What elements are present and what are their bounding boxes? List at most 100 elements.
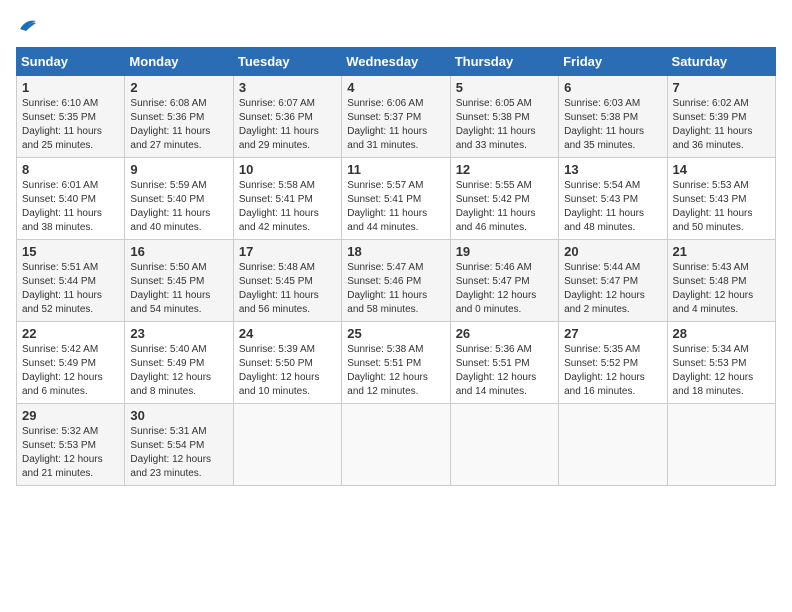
- calendar-cell: 28 Sunrise: 5:34 AM Sunset: 5:53 PM Dayli…: [667, 322, 775, 404]
- calendar-cell: 6 Sunrise: 6:03 AM Sunset: 5:38 PM Daylig…: [559, 76, 667, 158]
- calendar-cell: 27 Sunrise: 5:35 AM Sunset: 5:52 PM Dayli…: [559, 322, 667, 404]
- day-info: Sunrise: 6:02 AM Sunset: 5:39 PM Dayligh…: [673, 97, 770, 153]
- day-info: Sunrise: 5:34 AM Sunset: 5:53 PM Dayligh…: [673, 343, 770, 399]
- calendar-cell: 5 Sunrise: 6:05 AM Sunset: 5:38 PM Daylig…: [450, 76, 558, 158]
- calendar-cell: 19 Sunrise: 5:46 AM Sunset: 5:47 PM Dayli…: [450, 240, 558, 322]
- calendar-cell: 24 Sunrise: 5:39 AM Sunset: 5:50 PM Dayli…: [233, 322, 341, 404]
- day-info: Sunrise: 5:39 AM Sunset: 5:50 PM Dayligh…: [239, 343, 336, 399]
- day-of-week-header: Thursday: [450, 48, 558, 76]
- day-number: 17: [239, 244, 336, 259]
- day-info: Sunrise: 5:32 AM Sunset: 5:53 PM Dayligh…: [22, 425, 119, 481]
- calendar-cell: 25 Sunrise: 5:38 AM Sunset: 5:51 PM Dayli…: [342, 322, 450, 404]
- day-number: 8: [22, 162, 119, 177]
- calendar-cell: 20 Sunrise: 5:44 AM Sunset: 5:47 PM Dayli…: [559, 240, 667, 322]
- day-info: Sunrise: 5:46 AM Sunset: 5:47 PM Dayligh…: [456, 261, 553, 317]
- day-info: Sunrise: 6:06 AM Sunset: 5:37 PM Dayligh…: [347, 97, 444, 153]
- day-info: Sunrise: 6:03 AM Sunset: 5:38 PM Dayligh…: [564, 97, 661, 153]
- day-of-week-header: Monday: [125, 48, 233, 76]
- calendar-cell: 22 Sunrise: 5:42 AM Sunset: 5:49 PM Dayli…: [17, 322, 125, 404]
- calendar-cell: 10 Sunrise: 5:58 AM Sunset: 5:41 PM Dayli…: [233, 158, 341, 240]
- day-number: 25: [347, 326, 444, 341]
- day-number: 27: [564, 326, 661, 341]
- calendar-cell: 8 Sunrise: 6:01 AM Sunset: 5:40 PM Daylig…: [17, 158, 125, 240]
- calendar-cell: 13Sunrise: 5:54 AM Sunset: 5:43 PM Dayli…: [559, 158, 667, 240]
- logo-bird-icon: [18, 20, 38, 37]
- day-number: 29: [22, 408, 119, 423]
- calendar-cell: 12 Sunrise: 5:55 AM Sunset: 5:42 PM Dayli…: [450, 158, 558, 240]
- calendar-cell: 30 Sunrise: 5:31 AM Sunset: 5:54 PM Dayli…: [125, 404, 233, 486]
- calendar-cell: 15 Sunrise: 5:51 AM Sunset: 5:44 PM Dayli…: [17, 240, 125, 322]
- day-info: Sunrise: 5:44 AM Sunset: 5:47 PM Dayligh…: [564, 261, 661, 317]
- calendar-cell: 26Sunrise: 5:36 AM Sunset: 5:51 PM Dayli…: [450, 322, 558, 404]
- calendar-cell: 9Sunrise: 5:59 AM Sunset: 5:40 PM Daylig…: [125, 158, 233, 240]
- calendar-header-row: SundayMondayTuesdayWednesdayThursdayFrid…: [17, 48, 776, 76]
- day-info: Sunrise: 5:40 AM Sunset: 5:49 PM Dayligh…: [130, 343, 227, 399]
- day-number: 28: [673, 326, 770, 341]
- calendar-cell: 14 Sunrise: 5:53 AM Sunset: 5:43 PM Dayli…: [667, 158, 775, 240]
- calendar-table: SundayMondayTuesdayWednesdayThursdayFrid…: [16, 47, 776, 486]
- day-info: Sunrise: 5:48 AM Sunset: 5:45 PM Dayligh…: [239, 261, 336, 317]
- day-number: 30: [130, 408, 227, 423]
- calendar-cell: 18Sunrise: 5:47 AM Sunset: 5:46 PM Dayli…: [342, 240, 450, 322]
- day-number: 20: [564, 244, 661, 259]
- day-info: Sunrise: 5:36 AM Sunset: 5:51 PM Dayligh…: [456, 343, 553, 399]
- day-info: Sunrise: 6:05 AM Sunset: 5:38 PM Dayligh…: [456, 97, 553, 153]
- calendar-cell: 29 Sunrise: 5:32 AM Sunset: 5:53 PM Dayli…: [17, 404, 125, 486]
- day-number: 13: [564, 162, 661, 177]
- calendar-cell: 16 Sunrise: 5:50 AM Sunset: 5:45 PM Dayli…: [125, 240, 233, 322]
- day-info: Sunrise: 5:43 AM Sunset: 5:48 PM Dayligh…: [673, 261, 770, 317]
- calendar-cell: 2Sunrise: 6:08 AM Sunset: 5:36 PM Daylig…: [125, 76, 233, 158]
- day-info: Sunrise: 5:51 AM Sunset: 5:44 PM Dayligh…: [22, 261, 119, 317]
- calendar-cell: [559, 404, 667, 486]
- calendar-week-row: 22 Sunrise: 5:42 AM Sunset: 5:49 PM Dayli…: [17, 322, 776, 404]
- calendar-week-row: 29 Sunrise: 5:32 AM Sunset: 5:53 PM Dayli…: [17, 404, 776, 486]
- day-info: Sunrise: 6:01 AM Sunset: 5:40 PM Dayligh…: [22, 179, 119, 235]
- day-info: Sunrise: 5:59 AM Sunset: 5:40 PM Dayligh…: [130, 179, 227, 235]
- calendar-cell: [450, 404, 558, 486]
- day-info: Sunrise: 5:35 AM Sunset: 5:52 PM Dayligh…: [564, 343, 661, 399]
- calendar-cell: 4Sunrise: 6:06 AM Sunset: 5:37 PM Daylig…: [342, 76, 450, 158]
- day-number: 11: [347, 162, 444, 177]
- day-of-week-header: Wednesday: [342, 48, 450, 76]
- day-number: 16: [130, 244, 227, 259]
- day-number: 24: [239, 326, 336, 341]
- day-info: Sunrise: 5:55 AM Sunset: 5:42 PM Dayligh…: [456, 179, 553, 235]
- day-of-week-header: Saturday: [667, 48, 775, 76]
- day-info: Sunrise: 5:57 AM Sunset: 5:41 PM Dayligh…: [347, 179, 444, 235]
- day-info: Sunrise: 6:08 AM Sunset: 5:36 PM Dayligh…: [130, 97, 227, 153]
- day-number: 21: [673, 244, 770, 259]
- calendar-cell: 3Sunrise: 6:07 AM Sunset: 5:36 PM Daylig…: [233, 76, 341, 158]
- calendar-cell: 11 Sunrise: 5:57 AM Sunset: 5:41 PM Dayli…: [342, 158, 450, 240]
- calendar-cell: [233, 404, 341, 486]
- day-number: 10: [239, 162, 336, 177]
- day-number: 6: [564, 80, 661, 95]
- day-info: Sunrise: 6:07 AM Sunset: 5:36 PM Dayligh…: [239, 97, 336, 153]
- day-info: Sunrise: 5:53 AM Sunset: 5:43 PM Dayligh…: [673, 179, 770, 235]
- day-info: Sunrise: 5:58 AM Sunset: 5:41 PM Dayligh…: [239, 179, 336, 235]
- calendar-cell: 23 Sunrise: 5:40 AM Sunset: 5:49 PM Dayli…: [125, 322, 233, 404]
- day-number: 22: [22, 326, 119, 341]
- calendar-cell: 17 Sunrise: 5:48 AM Sunset: 5:45 PM Dayli…: [233, 240, 341, 322]
- day-info: Sunrise: 5:38 AM Sunset: 5:51 PM Dayligh…: [347, 343, 444, 399]
- day-number: 12: [456, 162, 553, 177]
- calendar-week-row: 1 Sunrise: 6:10 AM Sunset: 5:35 PM Daylig…: [17, 76, 776, 158]
- day-info: Sunrise: 5:47 AM Sunset: 5:46 PM Dayligh…: [347, 261, 444, 317]
- day-info: Sunrise: 5:31 AM Sunset: 5:54 PM Dayligh…: [130, 425, 227, 481]
- calendar-cell: [667, 404, 775, 486]
- day-number: 7: [673, 80, 770, 95]
- day-number: 14: [673, 162, 770, 177]
- day-number: 15: [22, 244, 119, 259]
- calendar-week-row: 8 Sunrise: 6:01 AM Sunset: 5:40 PM Daylig…: [17, 158, 776, 240]
- day-info: Sunrise: 6:10 AM Sunset: 5:35 PM Dayligh…: [22, 97, 119, 153]
- day-info: Sunrise: 5:50 AM Sunset: 5:45 PM Dayligh…: [130, 261, 227, 317]
- calendar-cell: 7 Sunrise: 6:02 AM Sunset: 5:39 PM Daylig…: [667, 76, 775, 158]
- calendar-cell: [342, 404, 450, 486]
- day-number: 23: [130, 326, 227, 341]
- calendar-cell: 1 Sunrise: 6:10 AM Sunset: 5:35 PM Daylig…: [17, 76, 125, 158]
- logo: [16, 16, 38, 39]
- calendar-week-row: 15 Sunrise: 5:51 AM Sunset: 5:44 PM Dayli…: [17, 240, 776, 322]
- day-number: 19: [456, 244, 553, 259]
- day-number: 1: [22, 80, 119, 95]
- day-number: 5: [456, 80, 553, 95]
- day-info: Sunrise: 5:42 AM Sunset: 5:49 PM Dayligh…: [22, 343, 119, 399]
